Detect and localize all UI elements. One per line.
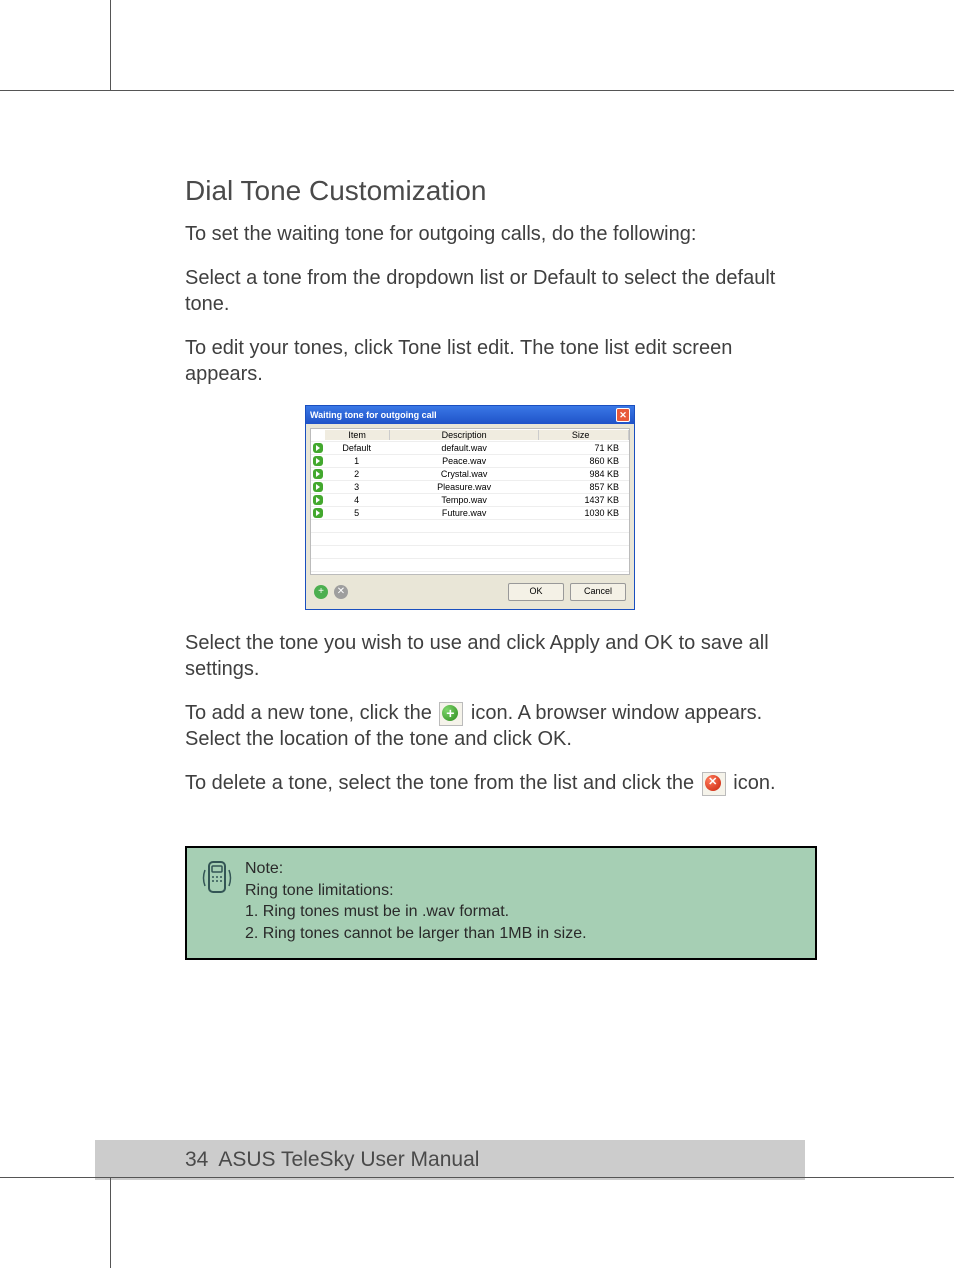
cell-item: 2 (324, 469, 389, 479)
cell-size: 1437 KB (539, 495, 629, 505)
cell-size: 857 KB (539, 482, 629, 492)
crop-mark-top (0, 40, 954, 91)
screenshot-dialog: Waiting tone for outgoing call ✕ Item De… (305, 405, 635, 610)
note-title: Note: (245, 858, 587, 880)
note-sub: Ring tone limitations: (245, 880, 587, 902)
close-icon[interactable]: ✕ (616, 408, 630, 422)
cell-item: 3 (324, 482, 389, 492)
play-icon[interactable] (313, 469, 323, 479)
play-icon[interactable] (313, 495, 323, 505)
cell-item: Default (324, 443, 389, 453)
para-select: Select a tone from the dropdown list or … (185, 265, 805, 317)
cell-item: 1 (324, 456, 389, 466)
dialog-titlebar: Waiting tone for outgoing call ✕ (306, 406, 634, 424)
delete-icon[interactable]: ✕ (334, 585, 348, 599)
manual-title: ASUS TeleSky User Manual (218, 1148, 479, 1172)
cell-desc: Pleasure.wav (389, 482, 539, 492)
table-row[interactable]: 5Future.wav1030 KB (311, 507, 629, 520)
cell-desc: Peace.wav (389, 456, 539, 466)
cell-desc: Future.wav (389, 508, 539, 518)
note-line1: 1. Ring tones must be in .wav format. (245, 901, 587, 923)
play-icon[interactable] (313, 456, 323, 466)
cell-size: 984 KB (539, 469, 629, 479)
cell-item: 4 (324, 495, 389, 505)
add-icon[interactable]: + (314, 585, 328, 599)
cell-size: 71 KB (539, 443, 629, 453)
page-content: Dial Tone Customization To set the waiti… (185, 175, 805, 960)
para-delete: To delete a tone, select the tone from t… (185, 770, 805, 796)
header-size: Size (539, 430, 629, 440)
dialog-title: Waiting tone for outgoing call (310, 410, 437, 420)
header-item: Item (325, 430, 390, 440)
para-add: To add a new tone, click the icon. A bro… (185, 700, 805, 752)
table-row[interactable]: 2Crystal.wav984 KB (311, 468, 629, 481)
ok-button[interactable]: OK (508, 583, 564, 601)
grid-header: Item Description Size (311, 429, 629, 442)
cell-item: 5 (324, 508, 389, 518)
page-footer: 34 ASUS TeleSky User Manual (95, 1140, 805, 1180)
cell-size: 1030 KB (539, 508, 629, 518)
plus-icon (439, 702, 463, 726)
table-row[interactable]: 1Peace.wav860 KB (311, 455, 629, 468)
page-number: 34 (185, 1148, 208, 1172)
play-icon[interactable] (313, 508, 323, 518)
cell-desc: Crystal.wav (389, 469, 539, 479)
cell-desc: Tempo.wav (389, 495, 539, 505)
phone-icon (201, 858, 233, 944)
para-apply: Select the tone you wish to use and clic… (185, 630, 805, 682)
dialog-footer: + ✕ OK Cancel (306, 579, 634, 609)
note-line2: 2. Ring tones cannot be larger than 1MB … (245, 923, 587, 945)
tone-grid: Item Description Size Defaultdefault.wav… (310, 428, 630, 575)
cell-desc: default.wav (389, 443, 539, 453)
play-icon[interactable] (313, 482, 323, 492)
table-row[interactable]: Defaultdefault.wav71 KB (311, 442, 629, 455)
para-intro: To set the waiting tone for outgoing cal… (185, 221, 805, 247)
header-desc: Description (390, 430, 539, 440)
x-icon (702, 772, 726, 796)
play-icon[interactable] (313, 443, 323, 453)
note-box: Note: Ring tone limitations: 1. Ring ton… (185, 846, 817, 960)
table-row[interactable]: 3Pleasure.wav857 KB (311, 481, 629, 494)
table-row[interactable]: 4Tempo.wav1437 KB (311, 494, 629, 507)
cancel-button[interactable]: Cancel (570, 583, 626, 601)
section-heading: Dial Tone Customization (185, 175, 805, 207)
cell-size: 860 KB (539, 456, 629, 466)
para-edit: To edit your tones, click Tone list edit… (185, 335, 805, 387)
crop-mark-bottom (0, 1177, 954, 1228)
